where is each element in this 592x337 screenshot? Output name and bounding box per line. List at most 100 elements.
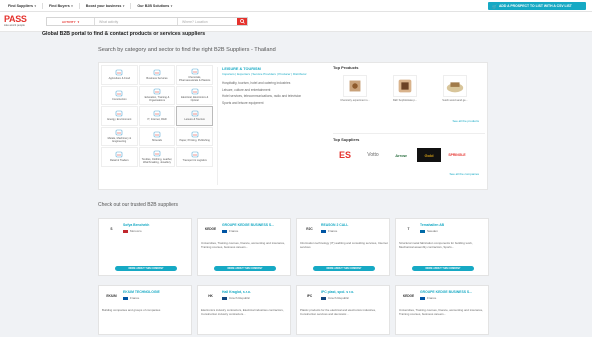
category-tile[interactable]: Retail & Traders	[101, 147, 138, 167]
crane-icon	[116, 90, 123, 97]
supplier-name[interactable]: IPC plast, spol. s r.o.	[321, 290, 387, 294]
supplier-card[interactable]: S Sofya Benchekh Morocco MORE ABOUT THIS CO…	[98, 218, 192, 276]
country-label: France	[130, 296, 140, 300]
category-tile[interactable]: Business Services	[138, 65, 176, 85]
search-bar-row: PASS Like amicit people ACTIVITY ▾ What a…	[0, 12, 592, 32]
supplier-logo: KEDGE	[402, 293, 415, 298]
supplier-name[interactable]: Sofya Benchekh	[123, 223, 189, 227]
supplier-card[interactable]: R2C REASON 2 CALL France Information techno…	[296, 218, 390, 276]
category-detail-title[interactable]: LEISURE & TOURISM	[222, 67, 331, 71]
product-item[interactable]: Sushi wood sand ge...	[433, 75, 477, 102]
flag-icon	[321, 229, 326, 233]
category-label: Construction	[112, 97, 127, 101]
category-tile[interactable]: Paper, Printing, Publishing	[176, 126, 213, 146]
subcategory-list: Hospitality, tourism, hotel and catering…	[222, 81, 331, 105]
subcategory-item[interactable]: Hotel services, telecommunications, radi…	[222, 94, 331, 98]
country-label: France	[229, 229, 239, 233]
category-label: Electrical, Electronics & Optical	[181, 96, 209, 103]
category-detail: LEISURE & TOURISM Importers | Exporters …	[217, 67, 331, 185]
add-prospect-button[interactable]: 🛒 ADD A PROSPECT TO LIST WITH A CSV LIST	[488, 2, 586, 10]
supplier-name[interactable]: REASON 2 CALL	[321, 223, 387, 227]
category-tile[interactable]: Construction	[101, 85, 138, 105]
category-label: Metals, Machinery & Engineering	[107, 137, 132, 144]
product-item[interactable]: Chemistry experiment s...	[333, 75, 377, 102]
product-item[interactable]: KEF Sophisticate p...	[383, 75, 427, 102]
supplier-logo: KEDGE	[204, 226, 217, 231]
activity-query-input[interactable]: What activity	[95, 20, 177, 24]
product-caption: Sushi wood sand ge...	[442, 99, 468, 102]
category-tile[interactable]: Leisure & Tourism	[176, 106, 213, 126]
more-about-company-button[interactable]: MORE ABOUT THIS COMPANY	[115, 266, 177, 271]
monitor-icon	[153, 110, 161, 117]
category-tile[interactable]: Metals, Machinery & Engineering	[101, 126, 138, 146]
activity-select[interactable]: ACTIVITY ▾	[47, 18, 95, 25]
category-tile[interactable]: Textiles, Clothing, Leather, Watchmaking…	[138, 147, 176, 167]
supplier-card[interactable]: IPC IPC plast, spol. s r.o. Czech Republic…	[296, 285, 390, 335]
subcategory-item[interactable]: Leisure, culture and entertainment	[222, 88, 331, 92]
location-input[interactable]: Where? Location	[177, 18, 237, 25]
site-logo[interactable]: PASS Like amicit people	[4, 15, 34, 29]
supplier-description: Universities, Training courses, finance,…	[399, 308, 484, 316]
chevron-down-icon: ▾	[122, 3, 125, 8]
supplier-name[interactable]: EKIUM TECHNOLOGIE	[123, 290, 189, 294]
nav-find-suppliers[interactable]: Find Suppliers ▾	[8, 4, 36, 8]
category-tile[interactable]: IT, Internet, R&D	[138, 106, 176, 126]
supplier-card[interactable]: T Temahallen AB Sweden Structural metal fab…	[395, 218, 489, 276]
supplier-logo[interactable]: Arrow	[389, 148, 413, 162]
category-label: Chemicals, Pharmaceuticals & Plastics	[179, 75, 211, 82]
supplier-name[interactable]: Hall Kraglot, s.r.o.	[222, 290, 288, 294]
trusted-suppliers-title: Check out our trusted B2B suppliers	[98, 202, 179, 208]
category-tile[interactable]: Electrical, Electronics & Optical	[176, 85, 213, 105]
nav-b2b-solutions[interactable]: Our B2B Solutions ▾	[137, 4, 172, 8]
category-tile[interactable]: Minerals	[138, 126, 176, 146]
see-all-companies-link[interactable]: See all the companies	[449, 172, 479, 176]
supplier-card[interactable]: EKIUM EKIUM TECHNOLOGIE France Building com…	[98, 285, 192, 335]
nav-label: Our B2B Solutions	[137, 3, 170, 8]
page-headline: Global B2B portal to find & contact prod…	[42, 31, 206, 37]
supplier-name[interactable]: GROUPE KEDGE BUSINESS S...	[222, 223, 288, 227]
supplier-name[interactable]: GROUPE KEDGE BUSINESS S...	[420, 290, 486, 294]
flag-icon	[123, 229, 128, 233]
cart-icon: 🛒	[492, 3, 497, 9]
top-products-panel: Top Products Chemistry experiment s... K…	[333, 65, 485, 123]
category-card: Agriculture & Food Business Services Chemi…	[98, 62, 488, 190]
supplier-country: Sweden	[420, 229, 438, 233]
supplier-logo[interactable]: Votto	[361, 148, 385, 162]
supplier-logo[interactable]: ES	[333, 148, 357, 162]
category-tile[interactable]: Chemicals, Pharmaceuticals & Plastics	[176, 65, 213, 85]
product-image	[393, 75, 417, 97]
search-icon	[239, 19, 245, 24]
supplier-logo[interactable]: SPRINGLE	[445, 148, 469, 162]
nav-find-buyers[interactable]: Find Buyers ▾	[49, 4, 73, 8]
category-tile[interactable]: Agriculture & Food	[101, 65, 138, 85]
flag-icon	[420, 229, 425, 233]
more-about-company-button[interactable]: MORE ABOUT THIS COMPANY	[412, 266, 474, 271]
nav-label: Find Suppliers	[8, 3, 33, 8]
section-title: Search by category and sector to find th…	[98, 47, 276, 53]
supplier-card[interactable]: KEDGE GROUPE KEDGE BUSINESS S... France Uni…	[197, 218, 291, 276]
category-tile[interactable]: Energy, Environment	[101, 106, 138, 126]
supplier-card[interactable]: HK Hall Kraglot, s.r.o. Czech Republic Elec…	[197, 285, 291, 335]
country-label: Czech Republic	[229, 296, 251, 300]
search-button[interactable]	[237, 18, 247, 25]
subcategory-item[interactable]: Hospitality, tourism, hotel and catering…	[222, 81, 331, 85]
chevron-down-icon: ▾	[34, 3, 36, 8]
flag-icon	[420, 296, 425, 300]
supplier-logos: ES Votto Arrow Gold SPRINGLE	[333, 148, 485, 162]
supplier-card[interactable]: KEDGE GROUPE KEDGE BUSINESS S... France Uni…	[395, 285, 489, 335]
product-caption: KEF Sophisticate p...	[392, 99, 418, 102]
supplier-country: France	[420, 296, 436, 300]
flag-icon	[321, 296, 326, 300]
supplier-name[interactable]: Temahallen AB	[420, 223, 486, 227]
category-tile[interactable]: Transport & Logistics	[176, 147, 213, 167]
supplier-logo[interactable]: Gold	[417, 148, 441, 162]
more-about-company-button[interactable]: MORE ABOUT THIS COMPANY	[214, 266, 276, 271]
category-tile[interactable]: Education, Training & Organisations	[138, 85, 176, 105]
more-about-company-button[interactable]: MORE ABOUT THIS COMPANY	[313, 266, 375, 271]
category-detail-subtitle[interactable]: Importers | Exporters | Service Provider…	[222, 72, 331, 76]
top-suppliers-panel: Top Suppliers ES Votto Arrow Gold SPRING…	[333, 133, 485, 187]
subcategory-item[interactable]: Sports and leisure equipment	[222, 101, 331, 105]
supplier-description: Building companies and groups of compani…	[102, 308, 161, 312]
nav-boost-business[interactable]: Boost your business ▾	[86, 4, 125, 8]
see-all-products-link[interactable]: See all the products	[452, 119, 479, 123]
